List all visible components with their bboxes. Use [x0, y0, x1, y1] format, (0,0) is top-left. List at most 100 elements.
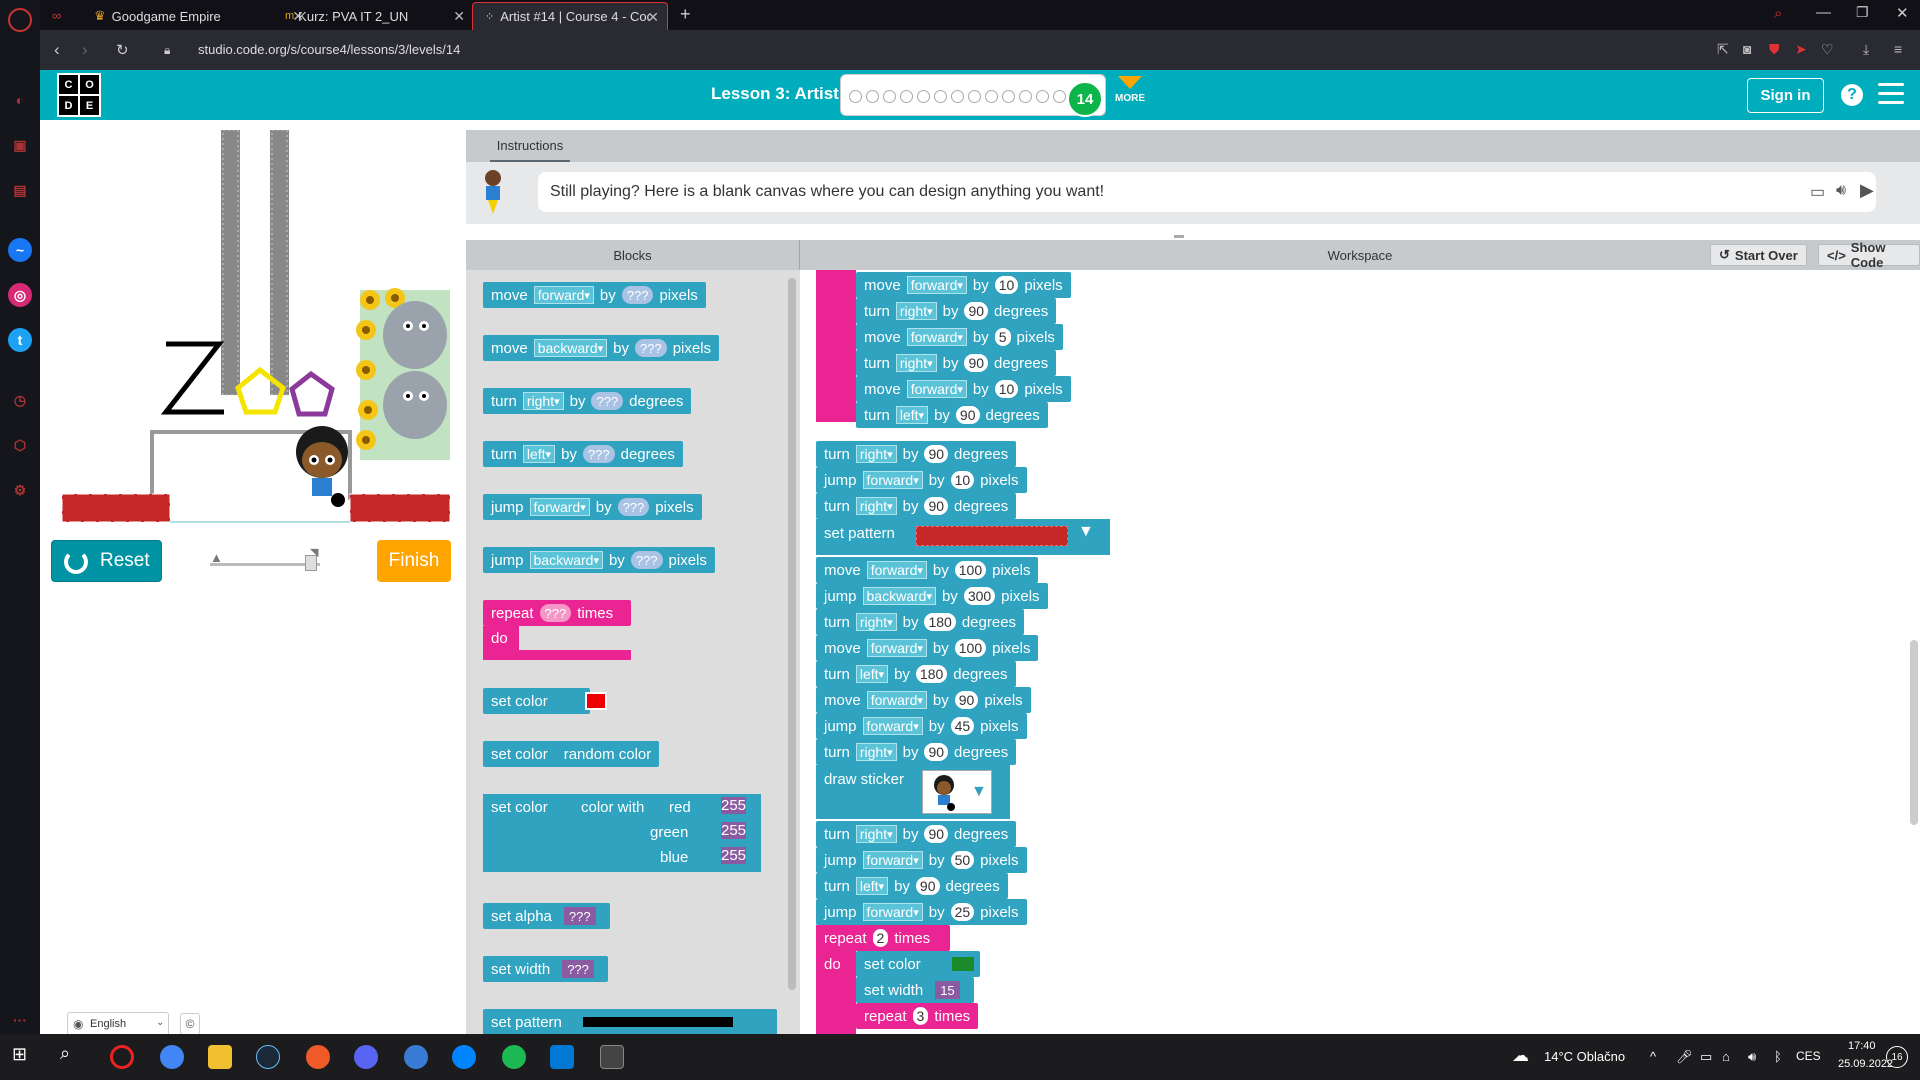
direction-dropdown[interactable]: left ▾	[522, 445, 556, 463]
ws-turn-left[interactable]: turn left ▾ by 90 degrees	[856, 402, 1048, 428]
start-icon[interactable]: ⊞	[12, 1044, 36, 1068]
block-set-pattern[interactable]: set pattern	[483, 1009, 777, 1034]
value-field[interactable]: 10	[994, 380, 1019, 398]
random-color-value[interactable]: random color	[564, 746, 652, 763]
tab-kurz[interactable]: m Kurz: PVA IT 2_UN ✕	[273, 2, 473, 30]
block-set-color-rgb[interactable]: set color color with red green blue 255 …	[483, 794, 761, 872]
help-icon[interactable]: ?	[1841, 84, 1863, 106]
value-field[interactable]: 90	[915, 877, 940, 895]
direction-dropdown[interactable]: backward ▾	[862, 587, 936, 605]
back-icon[interactable]: ‹	[54, 40, 60, 60]
search-icon[interactable]: ⌕	[60, 1043, 84, 1067]
ws-jump-forward[interactable]: jump forward ▾ by 50 pixels	[816, 847, 1027, 873]
url-field[interactable]: studio.code.org/s/course4/lessons/3/leve…	[198, 42, 460, 57]
speaker-icon[interactable]: 🔊︎	[1836, 182, 1846, 200]
block-set-color-random[interactable]: set color random color	[483, 741, 660, 767]
minimize-icon[interactable]: —	[1816, 4, 1831, 21]
app-icon[interactable]	[404, 1045, 428, 1069]
hamburger-menu-icon[interactable]	[1878, 83, 1904, 110]
direction-dropdown[interactable]: forward ▾	[866, 561, 927, 579]
ws-repeat-nested[interactable]: repeat 3 times	[856, 1003, 979, 1029]
play-icon[interactable]: ▶	[1860, 180, 1874, 201]
mail-icon[interactable]	[550, 1045, 574, 1069]
direction-dropdown[interactable]: forward ▾	[862, 851, 923, 869]
value-field[interactable]: 300	[963, 587, 996, 605]
value-field[interactable]: 90	[955, 406, 980, 424]
direction-dropdown[interactable]: left ▾	[855, 877, 889, 895]
value-slot[interactable]: ???	[563, 907, 596, 925]
direction-dropdown[interactable]: forward ▾	[862, 471, 923, 489]
direction-dropdown[interactable]: forward ▾	[906, 276, 967, 294]
extensions-icon[interactable]: ⬡	[8, 433, 32, 457]
level-dot[interactable]	[900, 90, 913, 103]
direction-dropdown[interactable]: forward ▾	[862, 903, 923, 921]
network-icon[interactable]: ⌂	[1722, 1049, 1730, 1064]
block-repeat[interactable]: repeat??? times do	[483, 600, 631, 660]
direction-dropdown[interactable]: right ▾	[855, 743, 897, 761]
sticker-dropdown[interactable]: ▼	[922, 770, 992, 814]
steam-icon[interactable]	[256, 1045, 280, 1069]
value-field[interactable]: 90	[924, 743, 949, 761]
weather-text[interactable]: 14°C Oblačno	[1544, 1049, 1625, 1064]
red-value[interactable]: 255	[721, 797, 747, 814]
tab-artist[interactable]: ⁘ Artist #14 | Course 4 - Code ✕	[472, 2, 668, 30]
ws-set-width[interactable]: set width 15	[856, 977, 974, 1003]
toolbox-scrollbar[interactable]	[788, 278, 796, 990]
direction-dropdown[interactable]: forward ▾	[529, 498, 590, 516]
ws-turn-left[interactable]: turn left ▾ by 90 degrees	[816, 873, 1008, 899]
value-field[interactable]: 180	[915, 665, 948, 683]
dropdown-arrow-icon[interactable]: ▼	[971, 783, 987, 801]
level-dot[interactable]	[917, 90, 930, 103]
notification-badge[interactable]: 16	[1886, 1046, 1908, 1068]
direction-dropdown[interactable]: right ▾	[895, 302, 937, 320]
mic-icon[interactable]: 🎤︎	[1676, 1049, 1693, 1065]
lesson-title[interactable]: Lesson 3: Artist	[711, 84, 839, 104]
speed-dial-icon[interactable]: ◐	[8, 88, 32, 112]
twitch-icon[interactable]: ▤	[8, 178, 32, 202]
clock-date[interactable]: 25.09.2022	[1838, 1058, 1893, 1070]
value-field[interactable]: 3	[912, 1007, 929, 1025]
direction-dropdown[interactable]: right ▾	[855, 445, 897, 463]
ws-set-pattern[interactable]: set pattern ▼	[816, 519, 1110, 555]
value-field[interactable]: 10	[950, 471, 975, 489]
level-dot[interactable]	[985, 90, 998, 103]
heart-icon[interactable]: ♡	[1821, 41, 1834, 58]
value-slot[interactable]: ???	[539, 604, 572, 622]
value-field[interactable]: 90	[924, 445, 949, 463]
direction-dropdown[interactable]: forward ▾	[533, 286, 594, 304]
language-indicator[interactable]: CES	[1796, 1049, 1821, 1063]
value-field[interactable]: 90	[924, 497, 949, 515]
reload-icon[interactable]: ↻	[116, 41, 129, 59]
direction-dropdown[interactable]: right ▾	[855, 613, 897, 631]
value-slot[interactable]: ???	[591, 392, 624, 410]
twitter-icon[interactable]: t	[8, 328, 32, 352]
value-field[interactable]: 15	[935, 981, 960, 999]
workspace-scrollbar[interactable]	[1910, 640, 1918, 825]
value-slot[interactable]: ???	[562, 960, 594, 978]
codeorg-logo[interactable]: C O D E	[57, 73, 101, 117]
value-field[interactable]: 100	[954, 561, 987, 579]
ws-move-forward[interactable]: move forward ▾ by 90 pixels	[816, 687, 1031, 713]
restore-icon[interactable]: ❐	[1856, 4, 1869, 21]
level-dot[interactable]	[1053, 90, 1066, 103]
tab-list-icon[interactable]: ∞	[52, 8, 61, 23]
chevron-up-icon[interactable]: ^	[1650, 1049, 1656, 1064]
opera-logo-icon[interactable]	[8, 8, 32, 32]
value-field[interactable]: 100	[954, 639, 987, 657]
block-move-backward[interactable]: move backward ▾ by??? pixels	[483, 335, 720, 361]
speed-slider[interactable]: ▲ ◥	[210, 546, 328, 576]
signin-button[interactable]: Sign in	[1747, 78, 1824, 113]
value-field[interactable]: 90	[964, 354, 989, 372]
download-icon[interactable]: ⤓	[1863, 41, 1869, 58]
volume-icon[interactable]: 🔊︎	[1748, 1049, 1756, 1065]
ws-turn-right[interactable]: turn right ▾ by 90 degrees	[856, 298, 1057, 324]
value-field[interactable]: 50	[950, 851, 975, 869]
immersive-reader-icon[interactable]: ▭	[1810, 182, 1825, 202]
send-icon[interactable]: ➤	[1795, 41, 1807, 58]
ws-move-forward[interactable]: move forward ▾ by 100 pixels	[816, 635, 1039, 661]
direction-dropdown[interactable]: forward ▾	[906, 328, 967, 346]
block-jump-forward[interactable]: jump forward ▾ by??? pixels	[483, 494, 702, 520]
reset-button[interactable]: Reset	[51, 540, 162, 582]
block-set-alpha[interactable]: set alpha???	[483, 903, 610, 929]
more-icon[interactable]: ···	[8, 1008, 32, 1032]
